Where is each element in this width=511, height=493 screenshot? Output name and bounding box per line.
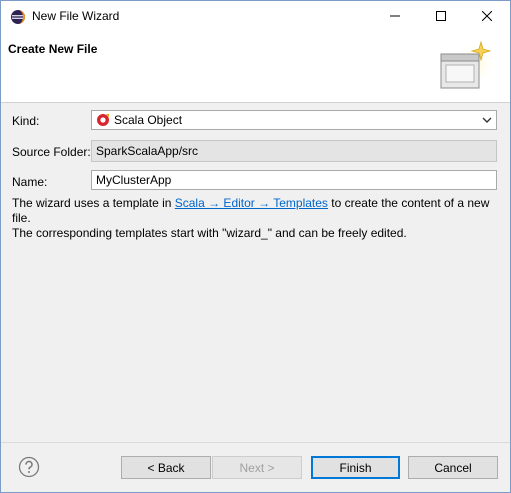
footer-divider: [1, 442, 510, 443]
eclipse-icon: [11, 10, 25, 24]
back-button[interactable]: < Back: [121, 456, 211, 479]
maximize-button[interactable]: [418, 1, 464, 31]
kind-label: Kind:: [12, 114, 40, 128]
source-folder-label: Source Folder:: [12, 145, 91, 159]
window-title: New File Wizard: [32, 9, 120, 23]
kind-combo[interactable]: Scala Object: [91, 110, 497, 130]
finish-button[interactable]: Finish: [311, 456, 400, 479]
minimize-button[interactable]: [372, 1, 418, 31]
close-button[interactable]: [464, 1, 510, 31]
kind-combo-value: Scala Object: [114, 113, 183, 127]
page-title: Create New File: [8, 42, 98, 56]
scala-object-icon: [97, 114, 109, 126]
templates-link[interactable]: Scala → Editor → Templates: [175, 196, 328, 210]
source-folder-field: SparkScalaApp/src: [91, 140, 497, 162]
new-file-wizard-icon: [440, 40, 493, 89]
description-text-start: The wizard uses a template in: [12, 196, 175, 210]
minimize-icon: [390, 15, 400, 17]
help-icon[interactable]: [18, 456, 40, 478]
description-line-2: The corresponding templates start with "…: [12, 226, 407, 240]
wizard-banner: Create New File: [1, 31, 510, 103]
name-label: Name:: [12, 175, 48, 189]
cancel-button[interactable]: Cancel: [408, 456, 498, 479]
new-file-wizard-dialog: New File Wizard Create New File Kind: Sc…: [0, 0, 511, 493]
close-icon: [482, 11, 492, 21]
name-input[interactable]: MyClusterApp: [91, 170, 497, 190]
chevron-down-icon: [482, 117, 492, 123]
maximize-icon: [436, 11, 446, 21]
template-description: The wizard uses a template in Scala → Ed…: [12, 196, 502, 241]
next-button[interactable]: Next >: [212, 456, 302, 479]
title-bar: New File Wizard: [1, 1, 510, 31]
